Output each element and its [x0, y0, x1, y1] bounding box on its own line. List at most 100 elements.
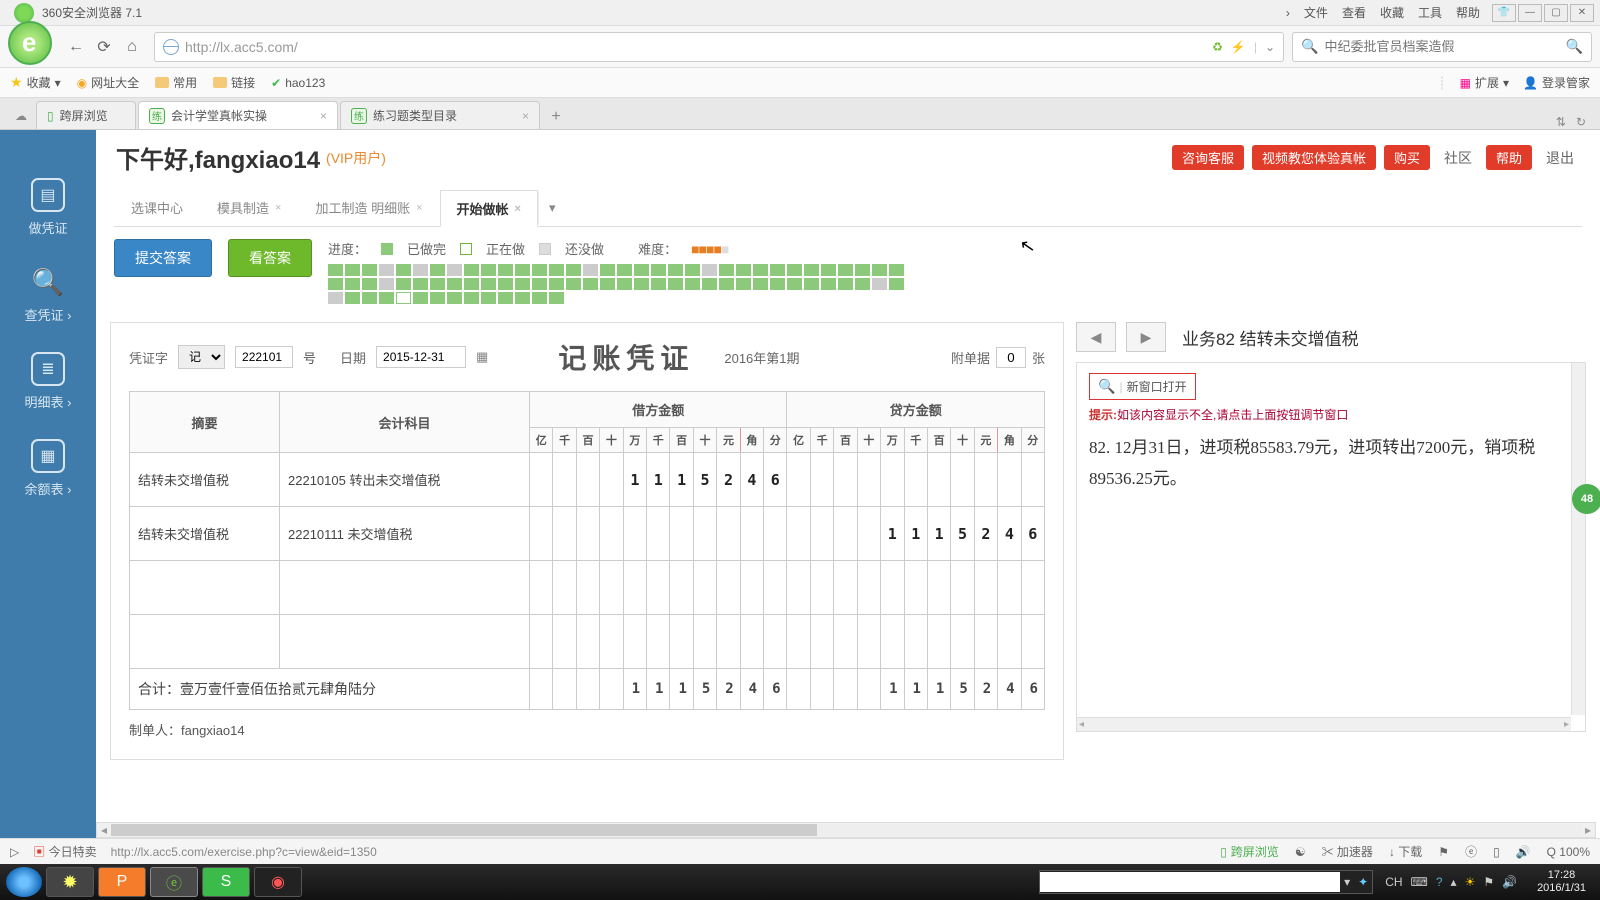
progress-cell[interactable]	[481, 278, 496, 290]
submit-answer-button[interactable]: 提交答案	[114, 239, 212, 277]
progress-cell[interactable]	[617, 264, 632, 276]
progress-cell[interactable]	[770, 264, 785, 276]
sidebar-search-voucher[interactable]: 🔍 查凭证 ›	[25, 265, 72, 324]
digit-cell[interactable]: 4	[740, 453, 763, 507]
digit-cell[interactable]	[670, 561, 693, 615]
progress-cell[interactable]	[634, 264, 649, 276]
digit-cell[interactable]	[881, 561, 904, 615]
taskbar-app3[interactable]: S	[202, 867, 250, 897]
digit-cell[interactable]	[647, 561, 670, 615]
progress-cell[interactable]	[753, 278, 768, 290]
digit-cell[interactable]	[530, 507, 553, 561]
digit-cell[interactable]: 5	[693, 669, 716, 710]
search-input[interactable]	[1318, 39, 1565, 54]
progress-cell[interactable]	[804, 264, 819, 276]
sound-icon[interactable]: 🔊	[1516, 845, 1531, 859]
progress-cell[interactable]	[600, 278, 615, 290]
digit-cell[interactable]: 1	[647, 669, 670, 710]
progress-cell[interactable]	[702, 278, 717, 290]
progress-cell[interactable]	[328, 264, 343, 276]
digit-cell[interactable]	[834, 669, 857, 710]
subtab-process[interactable]: 加工制造 明细账×	[298, 189, 439, 226]
task-vscroll[interactable]	[1571, 363, 1585, 715]
split-icon[interactable]: ▯	[1493, 845, 1500, 859]
progress-cell[interactable]	[617, 278, 632, 290]
digit-cell[interactable]: 4	[740, 669, 763, 710]
win-max-icon[interactable]: ▢	[1544, 4, 1568, 22]
progress-cell[interactable]	[515, 278, 530, 290]
digit-cell[interactable]	[740, 561, 763, 615]
tab-restore-icon[interactable]: ↻	[1576, 115, 1586, 129]
digit-cell[interactable]	[857, 669, 880, 710]
consult-button[interactable]: 咨询客服	[1172, 145, 1244, 170]
digit-cell[interactable]: 5	[693, 453, 716, 507]
digit-cell[interactable]	[693, 561, 716, 615]
login-manager[interactable]: 👤登录管家	[1523, 74, 1590, 91]
cell-summary[interactable]	[130, 615, 280, 669]
digit-cell[interactable]: 6	[1021, 507, 1044, 561]
progress-cell[interactable]	[600, 264, 615, 276]
bookmark-sites[interactable]: ◉网址大全	[77, 74, 140, 91]
progress-cell[interactable]	[889, 264, 904, 276]
sidebar-detail[interactable]: ≣ 明细表 ›	[25, 352, 72, 411]
digit-cell[interactable]	[623, 615, 646, 669]
progress-cell[interactable]	[651, 278, 666, 290]
digit-cell[interactable]: 1	[647, 453, 670, 507]
progress-cell[interactable]	[345, 278, 360, 290]
progress-cell[interactable]	[498, 264, 513, 276]
progress-cell[interactable]	[566, 278, 581, 290]
zoom-label[interactable]: Q 100%	[1547, 845, 1590, 859]
new-window-button[interactable]: 🔍 | 新窗口打开	[1089, 373, 1196, 400]
float-badge[interactable]: 48	[1572, 484, 1600, 514]
search-bar[interactable]: 🔍 🔍	[1292, 32, 1592, 62]
progress-cell[interactable]	[787, 278, 802, 290]
taskbar-app1[interactable]: ✹	[46, 867, 94, 897]
digit-cell[interactable]	[553, 561, 576, 615]
cross-screen-link[interactable]: ▯跨屏浏览	[1220, 843, 1279, 860]
voucher-prefix-select[interactable]: 记	[178, 345, 225, 369]
digit-cell[interactable]	[857, 507, 880, 561]
progress-cell[interactable]	[549, 264, 564, 276]
taskbar-app2[interactable]: P	[98, 867, 146, 897]
digit-cell[interactable]	[530, 453, 553, 507]
digit-cell[interactable]	[810, 561, 833, 615]
reload-icon[interactable]: ⟳	[90, 33, 118, 61]
bookmark-hao123[interactable]: ✔hao123	[271, 76, 325, 90]
progress-cell[interactable]	[583, 264, 598, 276]
progress-cell[interactable]	[498, 278, 513, 290]
digit-cell[interactable]	[764, 561, 787, 615]
digit-cell[interactable]: 1	[927, 669, 950, 710]
tab-sync-icon[interactable]: ⇅	[1556, 115, 1566, 129]
digit-cell[interactable]	[834, 453, 857, 507]
view-answer-button[interactable]: 看答案	[228, 239, 312, 277]
progress-cell[interactable]	[549, 278, 564, 290]
download-link[interactable]: ↓ 下载	[1389, 843, 1422, 860]
digit-cell[interactable]	[810, 453, 833, 507]
progress-grid[interactable]	[328, 264, 918, 304]
digit-cell[interactable]	[717, 615, 740, 669]
digit-cell[interactable]	[576, 507, 599, 561]
digit-cell[interactable]	[857, 615, 880, 669]
progress-cell[interactable]	[515, 264, 530, 276]
digit-cell[interactable]	[576, 561, 599, 615]
win-skin-icon[interactable]: 👕	[1492, 4, 1516, 22]
cell-summary[interactable]	[130, 561, 280, 615]
progress-cell[interactable]	[481, 264, 496, 276]
progress-cell[interactable]	[685, 278, 700, 290]
menu-view[interactable]: 查看	[1342, 4, 1366, 21]
digit-cell[interactable]	[623, 561, 646, 615]
progress-cell[interactable]	[379, 278, 394, 290]
digit-cell[interactable]	[881, 453, 904, 507]
tab-home-icon[interactable]: ☁	[6, 103, 36, 129]
progress-cell[interactable]	[447, 292, 462, 304]
digit-cell[interactable]	[881, 615, 904, 669]
digit-cell[interactable]	[787, 453, 810, 507]
dropdown-icon[interactable]: ⌄	[1265, 40, 1275, 54]
progress-cell[interactable]	[464, 278, 479, 290]
digit-cell[interactable]	[600, 669, 623, 710]
digit-cell[interactable]	[787, 561, 810, 615]
new-tab-button[interactable]: +	[542, 105, 570, 129]
task-prev-button[interactable]: ◀	[1076, 322, 1116, 352]
digit-cell[interactable]	[927, 615, 950, 669]
taskbar-browser[interactable]: ⓔ	[150, 867, 198, 897]
